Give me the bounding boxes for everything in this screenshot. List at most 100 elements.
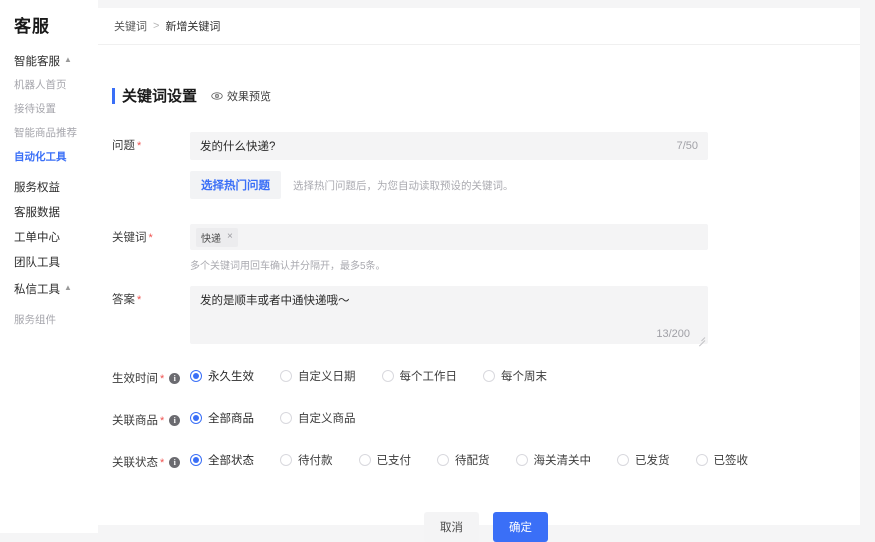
close-icon[interactable]: × xyxy=(227,232,233,242)
related-goods-label-text: 关联商品 xyxy=(112,415,158,427)
radio-label: 海关清关中 xyxy=(533,455,592,467)
hot-question-row: 选择热门问题 选择热门问题后，为您自动读取预设的关键词。 xyxy=(190,171,860,199)
eye-icon xyxy=(211,90,223,102)
question-label: 问题 * xyxy=(112,132,190,153)
radio-dot-icon xyxy=(515,454,528,466)
sidebar-group-label: 智能客服 xyxy=(14,55,60,68)
radio-dot-icon xyxy=(483,370,495,382)
form-row-question: 问题 * 发的什么快递? 7/50 选择热门问题 选择热门问题后，为您自动读取预… xyxy=(112,132,860,199)
radio-label: 已签收 xyxy=(713,455,749,467)
answer-label: 答案 * xyxy=(112,286,190,307)
required-marker: * xyxy=(137,139,142,152)
question-input[interactable]: 发的什么快递? 7/50 xyxy=(190,132,708,160)
section-accent-bar xyxy=(112,87,115,104)
sidebar-item-service-components[interactable]: 服务组件 xyxy=(14,308,98,332)
main-card: 关键词 > 新增关键词 关键词设置 效果预览 问题 * 发的什么快递? 7/50… xyxy=(98,8,860,542)
radio-label: 已发货 xyxy=(635,455,670,467)
radio-dot-icon xyxy=(190,370,202,382)
breadcrumb-separator-icon: > xyxy=(153,20,160,32)
form-row-keyword: 关键词 * 快递 × 多个关键词用回车确认并分隔开，最多5条。 xyxy=(112,224,860,272)
section-header: 关键词设置 效果预览 xyxy=(112,85,860,106)
radio-effective-weekdays[interactable]: 每个工作日 xyxy=(381,368,457,384)
radio-status-received[interactable]: 已签收 xyxy=(695,452,749,468)
radio-dot-icon xyxy=(190,454,202,466)
radio-label: 已支付 xyxy=(376,455,412,467)
page-title: 关键词设置 xyxy=(122,88,198,105)
radio-dot-icon xyxy=(280,412,292,424)
form-row-answer: 答案 * 发的是顺丰或者中通快递哦～ 13/200 xyxy=(112,286,860,347)
radio-status-customs-clearance[interactable]: 海关清关中 xyxy=(515,452,592,468)
breadcrumb-root[interactable]: 关键词 xyxy=(114,18,147,34)
radio-status-pending-shipment-prep[interactable]: 待配货 xyxy=(437,452,490,468)
keyword-tag: 快递 × xyxy=(196,227,238,247)
confirm-button[interactable]: 确定 xyxy=(493,512,548,542)
sidebar-item-smart-product-recommend[interactable]: 智能商品推荐 xyxy=(14,121,98,145)
choose-hot-question-button[interactable]: 选择热门问题 xyxy=(190,171,281,199)
radio-label: 待配货 xyxy=(455,455,490,467)
radio-effective-permanent[interactable]: 永久生效 xyxy=(190,368,254,384)
sidebar-item-service-data[interactable]: 客服数据 xyxy=(14,201,98,226)
answer-textarea-value: 发的是顺丰或者中通快递哦～ xyxy=(200,295,350,307)
radio-status-paid[interactable]: 已支付 xyxy=(358,452,412,468)
info-icon[interactable]: i xyxy=(169,372,181,384)
keyword-field-wrap: 快递 × 多个关键词用回车确认并分隔开，最多5条。 xyxy=(190,224,860,272)
required-marker: * xyxy=(160,456,165,469)
keyword-hint: 多个关键词用回车确认并分隔开，最多5条。 xyxy=(190,261,386,272)
sidebar-item-service-benefits[interactable]: 服务权益 xyxy=(14,176,98,201)
required-marker: * xyxy=(160,372,165,385)
required-marker: * xyxy=(148,231,153,244)
radio-label: 永久生效 xyxy=(208,371,254,383)
cancel-button[interactable]: 取消 xyxy=(424,512,479,542)
info-icon[interactable]: i xyxy=(169,456,181,468)
radio-label: 全部商品 xyxy=(208,413,254,425)
hot-question-hint: 选择热门问题后，为您自动读取预设的关键词。 xyxy=(293,179,514,192)
sidebar-group-private-message-tools[interactable]: 私信工具 ▲ xyxy=(14,276,98,301)
effect-preview-link[interactable]: 效果预览 xyxy=(211,88,271,104)
sidebar-item-reception-settings[interactable]: 接待设置 xyxy=(14,97,98,121)
form-row-related-status: 关联状态 * i 全部状态 待付款 已支付 待配货 海关清关中 已发货 已签收 xyxy=(112,449,860,470)
radio-dot-icon xyxy=(437,454,449,466)
sidebar-item-team-tools[interactable]: 团队工具 xyxy=(14,251,98,276)
effective-time-radio-group: 永久生效 自定义日期 每个工作日 每个周末 xyxy=(190,365,860,384)
sidebar-item-automation-tools[interactable]: 自动化工具 xyxy=(14,145,98,169)
chevron-up-icon: ▲ xyxy=(64,282,72,292)
radio-status-shipped[interactable]: 已发货 xyxy=(617,452,670,468)
keyword-label: 关键词 * xyxy=(112,224,190,245)
sidebar-item-robot-home[interactable]: 机器人首页 xyxy=(14,73,98,97)
question-char-counter: 7/50 xyxy=(676,140,698,152)
radio-goods-custom[interactable]: 自定义商品 xyxy=(280,410,356,426)
radio-effective-weekends[interactable]: 每个周末 xyxy=(483,368,547,384)
form-footer: 取消 确定 xyxy=(112,512,860,542)
answer-label-text: 答案 xyxy=(112,294,135,306)
sidebar-group-smart-service[interactable]: 智能客服 ▲ xyxy=(14,48,98,73)
sidebar-group-label: 私信工具 xyxy=(14,283,60,296)
radio-dot-icon xyxy=(617,454,629,466)
answer-textarea[interactable]: 发的是顺丰或者中通快递哦～ 13/200 xyxy=(190,286,708,347)
related-goods-radio-group: 全部商品 自定义商品 xyxy=(190,407,860,426)
radio-label: 自定义日期 xyxy=(298,371,356,383)
radio-dot-icon xyxy=(280,370,292,382)
form-row-related-goods: 关联商品 * i 全部商品 自定义商品 xyxy=(112,407,860,428)
keyword-label-text: 关键词 xyxy=(112,232,147,244)
sidebar-item-ticket-center[interactable]: 工单中心 xyxy=(14,226,98,251)
resize-handle-icon[interactable] xyxy=(697,334,706,347)
radio-dot-icon xyxy=(280,454,292,466)
radio-status-all[interactable]: 全部状态 xyxy=(190,452,254,468)
app-brand-title: 客服 xyxy=(14,17,50,36)
radio-status-pending-payment[interactable]: 待付款 xyxy=(280,452,333,468)
info-icon[interactable]: i xyxy=(169,414,181,426)
radio-dot-icon xyxy=(358,454,371,466)
keyword-form: 问题 * 发的什么快递? 7/50 选择热门问题 选择热门问题后，为您自动读取预… xyxy=(98,132,860,542)
keyword-input[interactable]: 快递 × xyxy=(190,224,708,250)
radio-dot-icon xyxy=(695,454,708,466)
radio-effective-custom-date[interactable]: 自定义日期 xyxy=(280,368,356,384)
radio-goods-all[interactable]: 全部商品 xyxy=(190,410,254,426)
sidebar-nav: 智能客服 ▲ 机器人首页 接待设置 智能商品推荐 自动化工具 服务权益 客服数据… xyxy=(14,48,98,332)
chevron-up-icon: ▲ xyxy=(64,54,72,64)
